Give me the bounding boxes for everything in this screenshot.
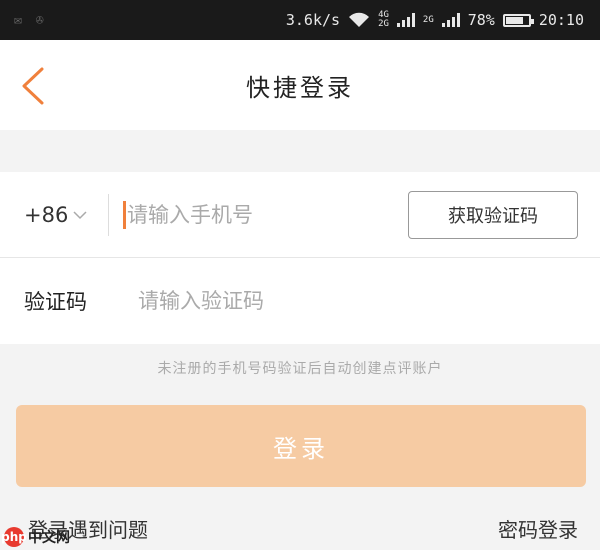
clock: 20:10: [538, 11, 584, 29]
register-hint: 未注册的手机号码验证后自动创建点评账户: [157, 361, 443, 377]
code-row: 验证码: [0, 258, 600, 344]
signal-icon-2: [441, 13, 460, 27]
watermark: php 中文网: [1, 527, 70, 547]
notification-icon: ✉: [14, 12, 22, 28]
header: 快捷登录: [0, 40, 600, 130]
status-bar: ✉ ✇ 3.6k/s 4G 2G 2G 78% 20:10: [0, 0, 600, 40]
wifi-icon: [349, 12, 370, 27]
network-type-2: 2G: [422, 14, 434, 25]
notification-icons: ✉ ✇: [14, 13, 44, 28]
phone-input[interactable]: [125, 201, 389, 228]
battery-icon: [502, 13, 534, 27]
password-login-link[interactable]: 密码登录: [498, 514, 578, 543]
code-label: 验证码: [24, 290, 87, 314]
watermark-text: 中文网: [28, 530, 70, 546]
network-speed: 3.6k/s: [285, 11, 341, 29]
phone-row: +86 获取验证码: [0, 172, 600, 258]
chevron-left-icon[interactable]: [18, 66, 48, 106]
signal-icon: [396, 13, 415, 27]
watermark-logo: php: [1, 527, 27, 547]
page-title: 快捷登录: [246, 73, 354, 102]
chevron-down-icon: [73, 210, 87, 219]
battery-percent: 78%: [467, 11, 495, 29]
network-type: 4G 2G: [378, 10, 389, 29]
country-code-selector[interactable]: +86: [0, 203, 106, 227]
login-form: +86 获取验证码 验证码: [0, 172, 600, 344]
country-code: +86: [24, 202, 69, 227]
text-cursor: [123, 200, 126, 229]
login-button[interactable]: 登录: [16, 405, 586, 487]
notification-icon: ✇: [35, 12, 44, 28]
get-code-button[interactable]: 获取验证码: [408, 190, 578, 239]
code-input[interactable]: [136, 288, 400, 314]
